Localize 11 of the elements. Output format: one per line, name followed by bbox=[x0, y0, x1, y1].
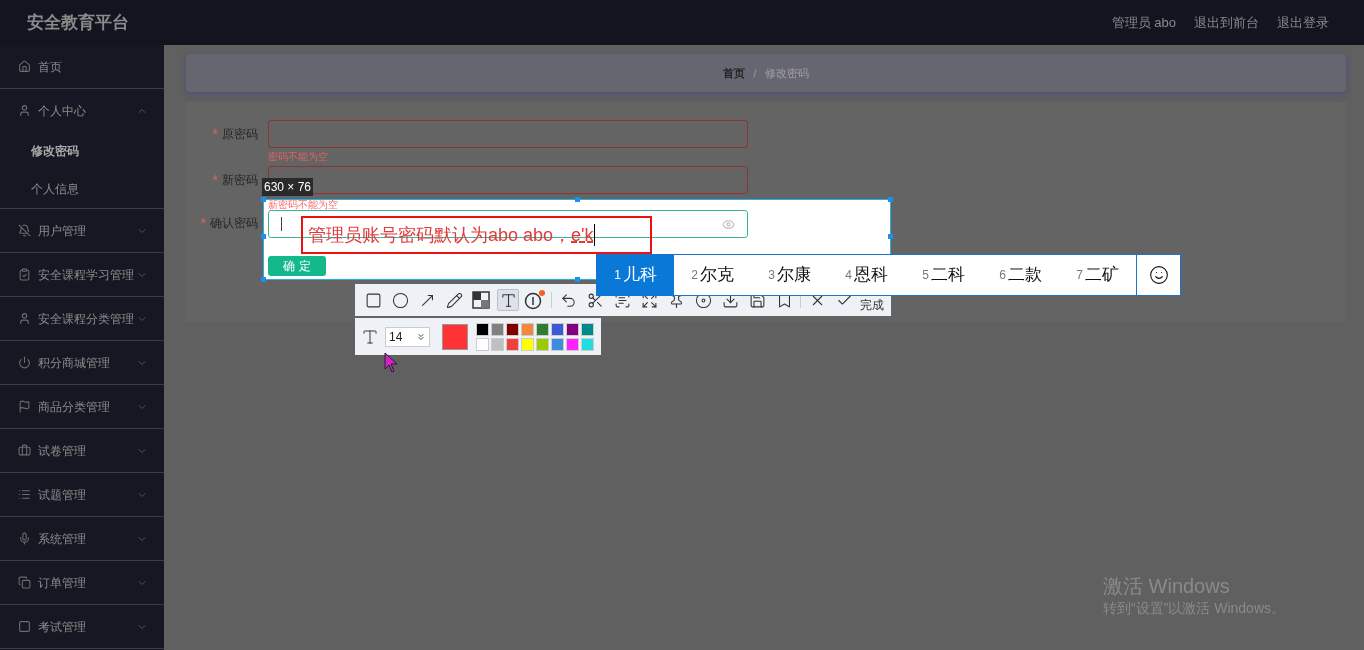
breadcrumb-separator: / bbox=[753, 65, 757, 81]
required-mark: * bbox=[212, 170, 218, 190]
field-label: 新密码 bbox=[222, 172, 258, 189]
field-label: 确认密码 bbox=[210, 215, 258, 232]
error-message: 新密码不能为空 bbox=[268, 200, 339, 210]
user-name: 管理员 abo bbox=[1111, 13, 1176, 32]
size-label: 630 × 76 bbox=[262, 178, 314, 196]
required-mark: * bbox=[200, 213, 206, 233]
required-mark: * bbox=[212, 124, 218, 144]
app-title: 安全教育平台 bbox=[27, 11, 130, 34]
error-message: 密码不能为空 bbox=[268, 151, 329, 163]
